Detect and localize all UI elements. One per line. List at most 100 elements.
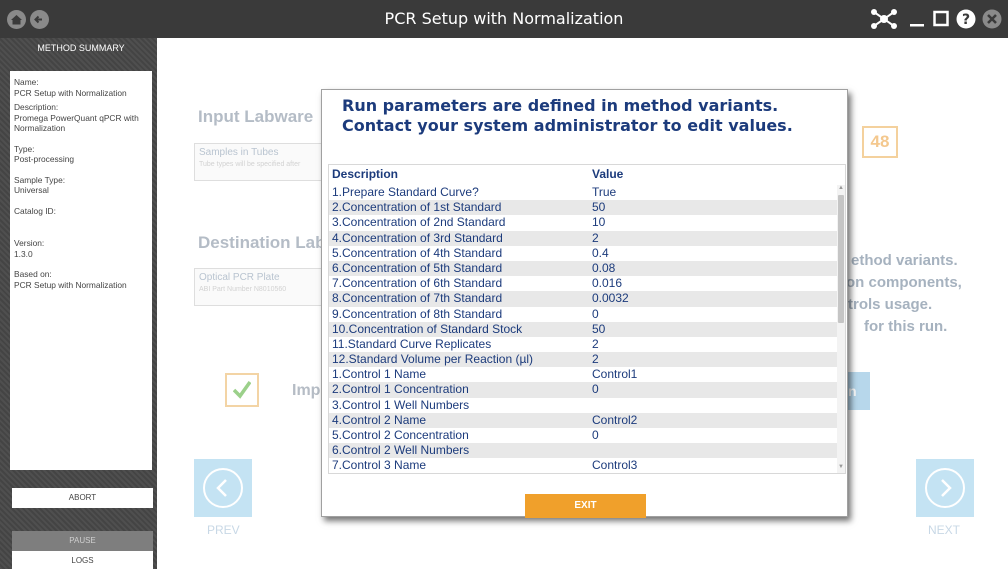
table-row[interactable]: 5.Concentration of 4th Standard 0.4 [329,246,837,261]
info-text-line-2: on components, [846,274,962,291]
table-row[interactable]: 7.Concentration of 6th Standard 0.016 [329,276,837,291]
parameters-grid: Description Value 1.Prepare Standard Cur… [328,164,846,474]
next-button[interactable] [916,459,974,517]
exit-button[interactable]: EXIT [525,494,646,518]
scroll-up-icon[interactable]: ▲ [838,185,844,191]
svg-text:?: ? [962,12,970,28]
table-row[interactable]: 4.Control 2 Name Control2 [329,412,837,428]
check-icon [233,380,251,399]
row-description: 4.Control 2 Name [332,412,427,427]
row-description: 9.Concentration of 8th Standard [332,306,503,321]
chevron-left-icon [203,468,243,508]
grid-header: Description Value [329,165,845,183]
table-row[interactable]: 3.Concentration of 2nd Standard 10 [329,215,837,230]
type-value: Post-processing [14,154,75,164]
window-title: PCR Setup with Normalization [384,9,624,28]
row-description: 4.Concentration of 3rd Standard [332,230,503,245]
row-value: 2 [592,352,599,367]
table-row[interactable]: 8.Concentration of 7th Standard 0.0032 [329,291,837,307]
input-labware-heading: Input Labware [198,107,314,126]
prev-label: PREV [207,523,240,537]
prev-button[interactable] [194,459,252,517]
scroll-down-icon[interactable]: ▼ [838,464,844,470]
name-label: Name: [14,77,39,87]
logs-button[interactable]: LOGS [12,551,153,569]
row-value: 0 [592,382,599,397]
type-label: Type: [14,143,35,154]
column-header-value: Value [592,167,624,181]
row-description: 7.Control 3 Name [332,458,427,473]
row-value: Control1 [592,367,638,382]
help-icon[interactable]: ? [955,7,977,31]
scroll-thumb[interactable] [838,195,844,323]
table-row[interactable]: 4.Concentration of 3rd Standard 2 [329,230,837,246]
description-value: Promega PowerQuant qPCR with Normalizati… [14,112,139,134]
close-icon[interactable] [981,7,1003,31]
input-card-subtitle: Tube types will be specified after [199,161,301,168]
column-header-description: Description [332,167,399,181]
table-row[interactable]: 7.Control 3 Name Control3 [329,458,837,473]
info-text: ethod variants. on components, trols usa… [846,250,962,338]
destination-labware-card[interactable]: Optical PCR Plate ABI Part Number N80105… [194,268,322,306]
sample-type-label: Sample Type: [14,174,66,185]
destination-labware-heading: Destination Labw [198,233,339,252]
network-icon[interactable] [869,7,899,31]
based-on-label: Based on: [14,269,52,279]
info-text-line-3: trols usage. [848,296,933,313]
sample-type-value: Universal [14,185,49,195]
row-description: 2.Concentration of 1st Standard [332,200,502,215]
row-value: Control3 [592,458,638,473]
row-description: 10.Concentration of Standard Stock [332,321,523,336]
pause-button[interactable]: PAUSE [12,531,153,551]
row-value: 0.4 [592,245,609,260]
info-text-line-4: for this run. [864,318,948,335]
row-value: 2 [592,336,599,351]
row-value: True [592,185,617,199]
row-value: 0.0032 [592,291,629,306]
method-summary-panel: METHOD SUMMARY Name: PCR Setup with Norm… [0,38,157,569]
row-value: Control2 [592,412,638,427]
table-row[interactable]: 1.Control 1 Name Control1 [329,367,837,382]
row-value: 0.08 [592,260,616,275]
restore-icon[interactable] [932,7,950,31]
table-row[interactable]: 9.Concentration of 8th Standard 0 [329,307,837,322]
row-value: 10 [592,215,606,230]
info-text-line-1: ethod variants. [851,252,958,269]
row-description: 3.Concentration of 2nd Standard [332,215,506,230]
version-value: 1.3.0 [14,248,33,259]
table-row[interactable]: 10.Concentration of Standard Stock 50 [329,321,837,337]
dest-card-subtitle: ABI Part Number N8010560 [199,286,287,293]
table-row[interactable]: 5.Control 2 Concentration 0 [329,428,837,443]
table-row[interactable]: 2.Concentration of 1st Standard 50 [329,200,837,216]
table-row[interactable]: 2.Control 1 Concentration 0 [329,382,837,398]
row-value: 50 [592,200,606,215]
row-description: 11.Standard Curve Replicates [332,336,492,351]
table-row[interactable]: 12.Standard Volume per Reaction (µl) 2 [329,352,837,368]
table-row[interactable]: 6.Concentration of 5th Standard 0.08 [329,260,837,277]
row-description: 5.Control 2 Concentration [332,428,469,442]
table-row[interactable]: 11.Standard Curve Replicates 2 [329,337,837,352]
row-value: 0 [592,428,599,442]
minimize-icon[interactable] [908,7,926,31]
table-row[interactable]: 1.Prepare Standard Curve? True [329,185,837,200]
summary-box: Name: PCR Setup with Normalization Descr… [10,71,152,470]
grid-scrollbar[interactable]: ▲ ▼ [837,185,845,473]
based-on-value: PCR Setup with Normalization [14,279,127,290]
version-label: Version: [14,238,45,248]
row-description: 3.Control 1 Well Numbers [332,397,470,412]
dest-card-title: Optical PCR Plate [199,272,280,283]
import-label: Imp [292,382,321,399]
row-description: 1.Prepare Standard Curve? [332,185,479,199]
row-value: 2 [592,230,599,245]
run-button[interactable]: n [845,372,870,410]
row-description: 7.Concentration of 6th Standard [332,276,503,291]
sample-count-badge: 48 [862,126,898,158]
row-description: 8.Concentration of 7th Standard [332,291,503,306]
input-labware-card[interactable]: Samples in Tubes Tube types will be spec… [194,143,322,181]
next-label: NEXT [928,523,961,537]
row-description: 5.Concentration of 4th Standard [332,245,503,260]
abort-button[interactable]: ABORT [12,488,153,508]
row-description: 6.Concentration of 5th Standard [332,260,503,275]
table-row[interactable]: 6.Control 2 Well Numbers [329,443,837,459]
table-row[interactable]: 3.Control 1 Well Numbers [329,398,837,413]
